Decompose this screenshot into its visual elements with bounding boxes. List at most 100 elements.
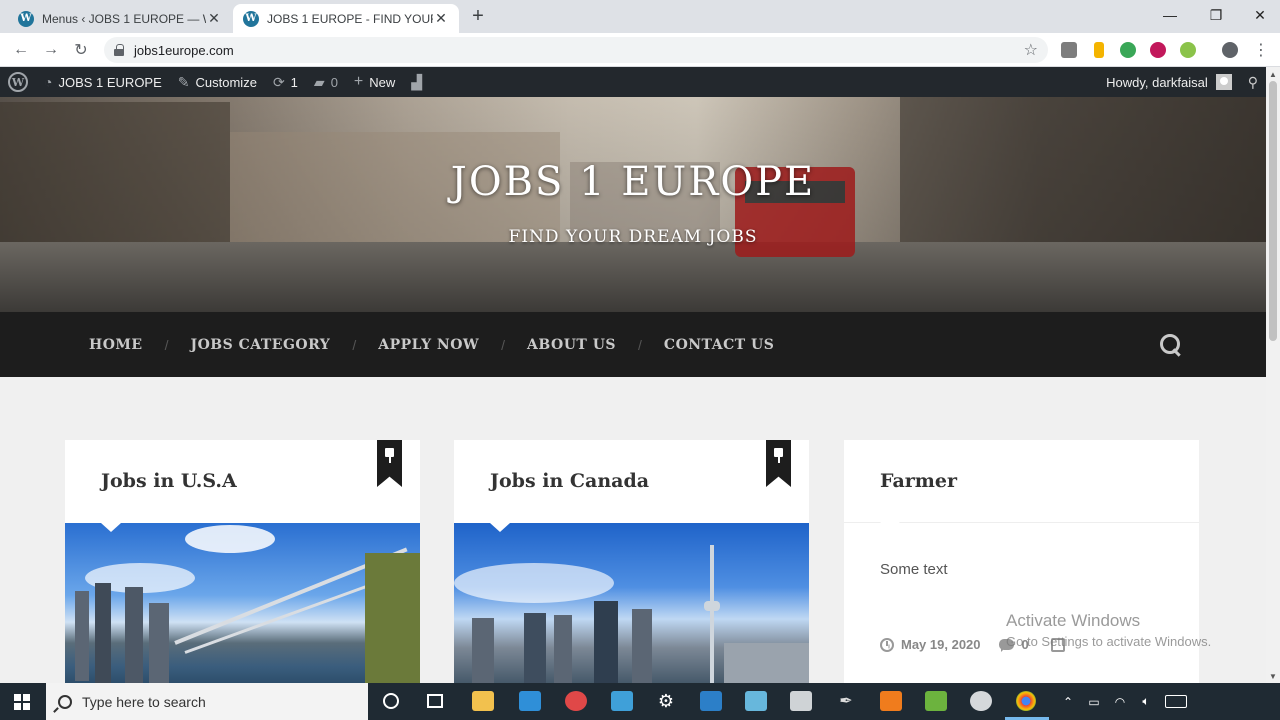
volume-icon[interactable]: 🔈︎ [1136, 694, 1156, 710]
taskbar-search[interactable]: Type here to search [46, 683, 368, 720]
file-explorer-icon[interactable] [472, 691, 494, 711]
paint-icon[interactable] [565, 691, 587, 711]
pin-icon [773, 448, 784, 464]
tab-menus[interactable]: W Menus ‹ JOBS 1 EUROPE — WordPress ✕ [8, 4, 232, 33]
post-date[interactable]: May 19, 2020 [901, 637, 981, 652]
avatar [1215, 74, 1232, 90]
forward-arrow-icon[interactable]: → [39, 38, 63, 62]
cortana-icon[interactable] [383, 693, 399, 709]
skyscraper-shape [125, 587, 143, 683]
chrome-icon[interactable] [1016, 691, 1036, 711]
nav-separator: / [638, 336, 642, 353]
wordpress-favicon-icon: W [243, 10, 259, 27]
app-icon[interactable] [700, 691, 722, 711]
app-icon[interactable] [611, 691, 633, 711]
lock-icon [114, 44, 124, 56]
xampp-icon[interactable] [880, 691, 902, 711]
building-shape [724, 643, 809, 683]
tab-close-icon[interactable]: ✕ [206, 10, 222, 27]
close-window-icon[interactable]: ✕ [1238, 0, 1280, 30]
extension-icon[interactable] [1120, 42, 1136, 58]
omnibox[interactable]: jobs1europe.com ☆ [104, 37, 1048, 63]
admin-yoast[interactable]: ▟ [403, 67, 436, 97]
tree-shape [365, 553, 420, 683]
wp-logo-menu[interactable]: W [0, 67, 36, 97]
windows-start-icon[interactable] [14, 694, 30, 710]
back-arrow-icon[interactable]: ← [9, 38, 33, 62]
admin-customize[interactable]: ✎ Customize [170, 67, 265, 97]
cn-tower-pod-shape [704, 601, 720, 611]
post-title[interactable]: Jobs in Canada [490, 470, 649, 492]
scroll-down-icon[interactable]: ▼ [1266, 669, 1280, 683]
admin-comments[interactable]: ▰ 0 [306, 67, 346, 97]
browser-menu-icon[interactable]: ⋮ [1249, 38, 1273, 62]
minimize-icon[interactable]: — [1148, 0, 1192, 30]
extension-download-icon[interactable] [1094, 42, 1104, 58]
post-card-canada[interactable]: Jobs in Canada [454, 440, 809, 683]
post-excerpt: Some text [880, 561, 948, 578]
scroll-up-icon[interactable]: ▲ [1266, 67, 1280, 81]
howdy-label: Howdy, darkfaisal [1106, 74, 1208, 90]
admin-search[interactable]: ⚲ [1240, 67, 1266, 97]
keyboard-icon[interactable] [1165, 695, 1187, 708]
search-icon: ⚲ [1247, 73, 1258, 90]
profile-avatar-icon[interactable] [1222, 42, 1238, 58]
pin-icon [384, 448, 395, 464]
app-icon[interactable] [970, 691, 992, 711]
search-icon[interactable] [1158, 332, 1182, 356]
page-scrollbar[interactable]: ▲ ▼ [1266, 67, 1280, 683]
post-thumbnail[interactable] [454, 523, 809, 683]
nav-jobs-category[interactable]: JOBS CATEGORY [190, 337, 330, 353]
app-icon[interactable] [745, 691, 767, 711]
brush-icon: ✎ [177, 73, 190, 90]
skyscraper-shape [594, 601, 618, 683]
settings-gear-icon[interactable]: ⚙ [655, 691, 677, 711]
restore-icon[interactable]: ❐ [1194, 0, 1238, 30]
nav-contact-us[interactable]: CONTACT US [664, 337, 774, 353]
chevron-up-icon[interactable]: ⌃ [1058, 694, 1078, 710]
pen-tool-icon[interactable]: ✒ [835, 691, 857, 711]
app-icon[interactable] [519, 691, 541, 711]
taskbar-search-placeholder: Type here to search [82, 693, 206, 710]
card-pointer [101, 523, 121, 532]
extension-icon[interactable] [1061, 42, 1077, 58]
wifi-icon[interactable]: ◠ [1110, 694, 1130, 710]
reload-icon[interactable]: ↻ [69, 38, 93, 62]
post-title[interactable]: Jobs in U.S.A [101, 470, 237, 492]
post-thumbnail[interactable] [65, 523, 420, 683]
tab-close-icon[interactable]: ✕ [433, 10, 449, 27]
nav-about-us[interactable]: ABOUT US [527, 337, 616, 353]
task-view-icon[interactable] [427, 694, 443, 708]
yoast-icon: ▟ [411, 73, 423, 90]
nav-home[interactable]: HOME [89, 337, 143, 353]
extension-icon[interactable] [1150, 42, 1166, 58]
extension-icon[interactable] [1180, 42, 1196, 58]
address-toolbar: ← → ↻ jobs1europe.com ☆ ⋮ [0, 33, 1280, 67]
tab-jobs1europe[interactable]: W JOBS 1 EUROPE - FIND YOUR DREAM JOBS ✕ [233, 4, 459, 33]
app-icon[interactable] [925, 691, 947, 711]
admin-site-name-label: JOBS 1 EUROPE [58, 74, 162, 90]
battery-icon[interactable]: ▭ [1084, 694, 1104, 710]
admin-site-name[interactable]: ◔ JOBS 1 EUROPE [36, 67, 170, 97]
new-tab-button[interactable]: + [466, 4, 490, 28]
skyscraper-shape [95, 583, 111, 683]
post-card-usa[interactable]: Jobs in U.S.A [65, 440, 420, 683]
scroll-thumb[interactable] [1269, 81, 1277, 341]
calculator-icon[interactable] [790, 691, 812, 711]
nav-apply-now[interactable]: APPLY NOW [378, 337, 479, 353]
admin-updates[interactable]: ⟳ 1 [265, 67, 306, 97]
cloud-shape [454, 563, 614, 603]
street-shape [0, 242, 1266, 312]
card-pointer [879, 521, 901, 531]
bookmark-star-icon[interactable]: ☆ [1024, 40, 1038, 60]
main-navigation: HOME / JOBS CATEGORY / APPLY NOW / ABOUT… [0, 312, 1266, 377]
site-title[interactable]: JOBS 1 EUROPE [0, 159, 1266, 205]
tab-title: Menus ‹ JOBS 1 EUROPE — WordPress [42, 11, 206, 26]
nav-separator: / [501, 336, 506, 353]
post-title[interactable]: Farmer [880, 470, 957, 492]
admin-customize-label: Customize [195, 74, 257, 90]
admin-account[interactable]: Howdy, darkfaisal [1098, 67, 1240, 97]
watermark-line1: Activate Windows [1006, 611, 1141, 630]
admin-new[interactable]: + New [346, 67, 403, 97]
comments-count: 0 [330, 74, 338, 90]
